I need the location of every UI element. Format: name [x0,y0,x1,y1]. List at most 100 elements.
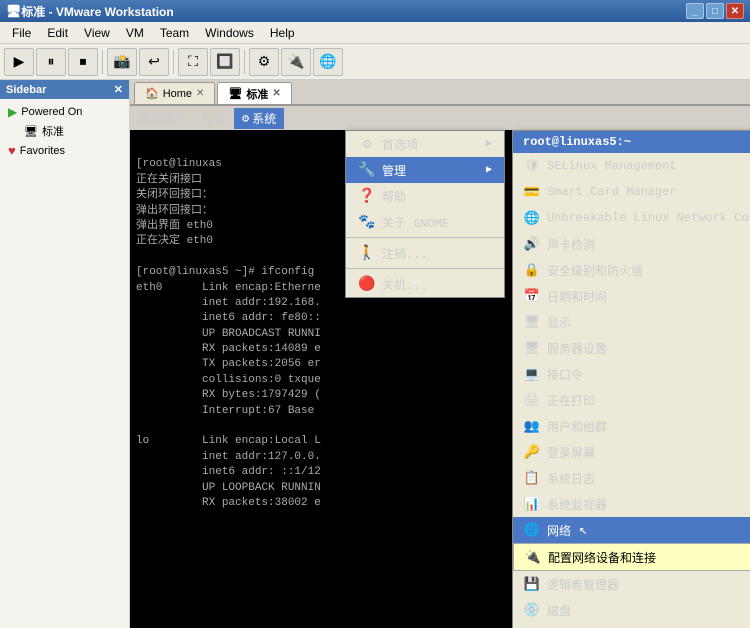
toolbar-settings[interactable]: ⚙ [249,48,279,76]
submenu-display[interactable]: 🖥 显示 [513,309,750,335]
tab-home-close[interactable]: ✕ [196,88,204,99]
menu-logout[interactable]: 🚶 注销... [346,240,504,266]
submenu-login[interactable]: 🔑 登录屏幕 [513,439,750,465]
submenu-users[interactable]: 👥 用户和组群 [513,413,750,439]
syslog-icon: 📋 [523,469,541,487]
menu-preferences[interactable]: ⚙ 首选项 ▶ [346,131,504,157]
terminal-area[interactable]: [root@linuxas 正在关闭接口 关闭环回接口： 弹出环回接口： 弹出界… [130,106,750,628]
sidebar-vm-label: 标准 [42,123,64,139]
network-config-label: Unbreakable Linux Network Configuration [547,211,750,225]
sidebar-title: Sidebar [6,84,46,96]
submenu-sound[interactable]: 🔊 声卡检测 [513,231,750,257]
minimize-button[interactable]: _ [686,3,704,19]
menu-admin[interactable]: 🔧 管理 ▶ [346,157,504,183]
menu-vm[interactable]: VM [118,24,152,42]
preferences-icon: ⚙ [358,135,376,153]
logout-label: 注销... [382,245,428,262]
tab-vm[interactable]: 🖥 标准 ✕ [217,82,291,104]
network-config-icon: 🌐 [523,209,541,227]
submenu-printing[interactable]: 🖨 正在打印 [513,387,750,413]
about-icon: 🐾 [358,213,376,231]
logout-icon: 🚶 [358,244,376,262]
submenu-firewall[interactable]: 🔒 安全级别和防火墙 [513,257,750,283]
submenu-network[interactable]: 🌐 网络 ↖ [513,517,750,543]
users-icon: 👥 [523,417,541,435]
tab-vm-close[interactable]: ✕ [272,88,280,99]
menu-help[interactable]: Help [262,24,303,42]
submenu-disk[interactable]: 💿 磁盘 [513,597,750,623]
firewall-label: 安全级别和防火墙 [547,262,643,279]
sidebar-close-button[interactable]: ✕ [114,83,123,96]
network-devices-icon: 🔌 [524,548,542,566]
tab-home-label: Home [163,88,192,100]
submenu-header: root@linuxas5:~ [513,131,750,153]
places-label: 位置 [202,110,226,127]
menu-shutdown[interactable]: 🔴 关机... [346,271,504,297]
datetime-icon: 📅 [523,287,541,305]
menu-file[interactable]: File [4,24,39,42]
submenu-logical[interactable]: 💾 逻辑卷管理器 [513,571,750,597]
disk-icon: 💿 [523,601,541,619]
title-bar: 🖥 标准 - VMware Workstation _ □ ✕ [0,0,750,22]
submenu-terminal[interactable]: 💻 接口令 [513,361,750,387]
about-label: 关于 GNOME [382,214,449,231]
printing-label: 正在打印 [547,392,595,409]
submenu-network-devices[interactable]: 🔌 配置网络设备和连接 [513,543,750,571]
toolbar-sep1 [102,50,103,74]
submenu-server[interactable]: 🖥 服务器设置 ▶ [513,335,750,361]
vm-menu-places[interactable]: 位置 [194,108,234,129]
admin-arrow: ▶ [486,164,492,176]
server-icon: 🖥 [523,339,541,357]
toolbar-revert[interactable]: ↩ [139,48,169,76]
network-devices-label: 配置网络设备和连接 [548,549,656,566]
system-label: 系统 [252,110,276,127]
sound-label: 声卡检测 [547,236,595,253]
submenu-smartcard[interactable]: 💳 Smart Card Manager [513,179,750,205]
toolbar-net[interactable]: 🌐 [313,48,343,76]
menu-help-item[interactable]: ❓ 帮助 [346,183,504,209]
sidebar-favorites[interactable]: ♥ Favorites [4,141,125,160]
toolbar-snap[interactable]: 📸 [107,48,137,76]
menu-about-gnome[interactable]: 🐾 关于 GNOME [346,209,504,235]
submenu-datetime[interactable]: 📅 日期和时间 [513,283,750,309]
vm-menu-applications[interactable]: 应用程序 [130,108,194,129]
printing-icon: 🖨 [523,391,541,409]
admin-icon: 🔧 [358,161,376,179]
toolbar-fullscreen[interactable]: ⛶ [178,48,208,76]
menu-view[interactable]: View [76,24,118,42]
submenu-auth[interactable]: 🔐 验证 [513,623,750,628]
terminal-label: 接口令 [547,366,583,383]
toolbar-unity[interactable]: 🔲 [210,48,240,76]
menu-windows[interactable]: Windows [197,24,262,42]
sound-icon: 🔊 [523,235,541,253]
sidebar-powered-on-section: ▶ Powered On [4,103,125,121]
menu-team[interactable]: Team [152,24,197,42]
maximize-button[interactable]: □ [706,3,724,19]
vm-tab-icon: 🖥 [228,87,242,100]
help-label: 帮助 [382,188,406,205]
sysmonitor-icon: 📊 [523,495,541,513]
submenu-sysmonitor[interactable]: 📊 系统监视器 [513,491,750,517]
submenu-header-label: root@linuxas5:~ [523,135,631,149]
sidebar-item-vm[interactable]: 🖥 标准 [4,121,125,141]
datetime-label: 日期和时间 [547,288,607,305]
menu-bar: File Edit View VM Team Windows Help [0,22,750,44]
submenu-syslog[interactable]: 📋 系统日志 [513,465,750,491]
shutdown-label: 关机... [382,276,428,293]
toolbar-sep2 [173,50,174,74]
toolbar-usb[interactable]: 🔌 [281,48,311,76]
sidebar-header: Sidebar ✕ [0,80,129,99]
submenu-selinux[interactable]: 🛡 SELinux Management [513,153,750,179]
close-button[interactable]: ✕ [726,3,744,19]
toolbar-stop[interactable]: ⏹ [68,48,98,76]
toolbar: ▶ ⏸ ⏹ 📸 ↩ ⛶ 🔲 ⚙ 🔌 🌐 [0,44,750,80]
tab-home[interactable]: 🏠 Home ✕ [134,82,215,104]
vm-menu-system[interactable]: ⚙ 系统 [234,108,284,129]
toolbar-pause[interactable]: ⏸ [36,48,66,76]
server-label: 服务器设置 [547,340,607,357]
menu-edit[interactable]: Edit [39,24,76,42]
submenu-network-config[interactable]: 🌐 Unbreakable Linux Network Configuratio… [513,205,750,231]
toolbar-power[interactable]: ▶ [4,48,34,76]
selinux-label: SELinux Management [547,159,677,173]
system-icon: ⚙ [242,111,249,126]
